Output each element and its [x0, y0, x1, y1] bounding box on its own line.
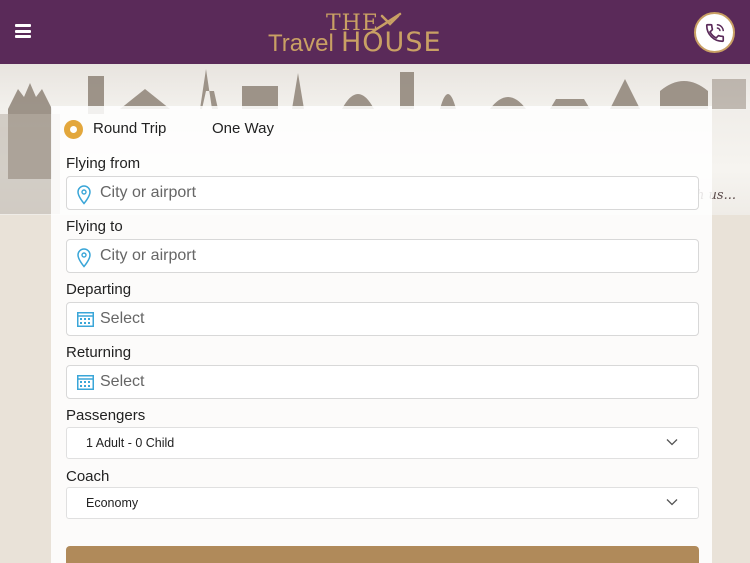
calendar-icon — [77, 312, 94, 327]
header-bar: THE Travel HOUSE — [0, 0, 750, 64]
calendar-icon — [77, 375, 94, 390]
menu-icon[interactable] — [15, 24, 31, 38]
coach-select[interactable]: Economy — [66, 487, 699, 519]
one-way-label[interactable]: One Way — [212, 120, 274, 137]
departing-placeholder: Select — [100, 310, 145, 327]
chevron-down-icon — [666, 499, 678, 506]
passengers-label: Passengers — [66, 407, 146, 424]
flying-to-placeholder: City or airport — [100, 247, 197, 264]
location-pin-icon — [77, 248, 91, 268]
returning-date-input[interactable]: Select — [66, 365, 699, 399]
flight-search-form: Round Trip One Way Flying from City or a… — [51, 106, 712, 563]
flying-to-input[interactable]: City or airport — [66, 239, 699, 273]
flying-to-label: Flying to — [66, 218, 123, 235]
passengers-value: 1 Adult - 0 Child — [86, 436, 175, 450]
coach-value: Economy — [86, 496, 139, 510]
chevron-down-icon — [666, 439, 678, 446]
logo[interactable]: THE Travel HOUSE — [266, 10, 452, 58]
logo-travel: Travel — [268, 30, 334, 57]
departing-date-input[interactable]: Select — [66, 302, 699, 336]
returning-label: Returning — [66, 344, 132, 361]
round-trip-label[interactable]: Round Trip — [93, 120, 166, 137]
location-pin-icon — [77, 185, 91, 205]
departing-label: Departing — [66, 281, 132, 298]
coach-label: Coach — [66, 468, 110, 485]
flying-from-label: Flying from — [66, 155, 141, 172]
phone-icon — [705, 23, 725, 43]
flying-from-input[interactable]: City or airport — [66, 176, 699, 210]
passengers-select[interactable]: 1 Adult - 0 Child — [66, 427, 699, 459]
returning-placeholder: Select — [100, 373, 145, 390]
flying-from-placeholder: City or airport — [100, 184, 197, 201]
call-button[interactable] — [694, 12, 735, 53]
logo-house: HOUSE — [341, 27, 442, 58]
round-trip-radio[interactable] — [64, 120, 83, 139]
search-flights-button[interactable] — [66, 546, 699, 563]
